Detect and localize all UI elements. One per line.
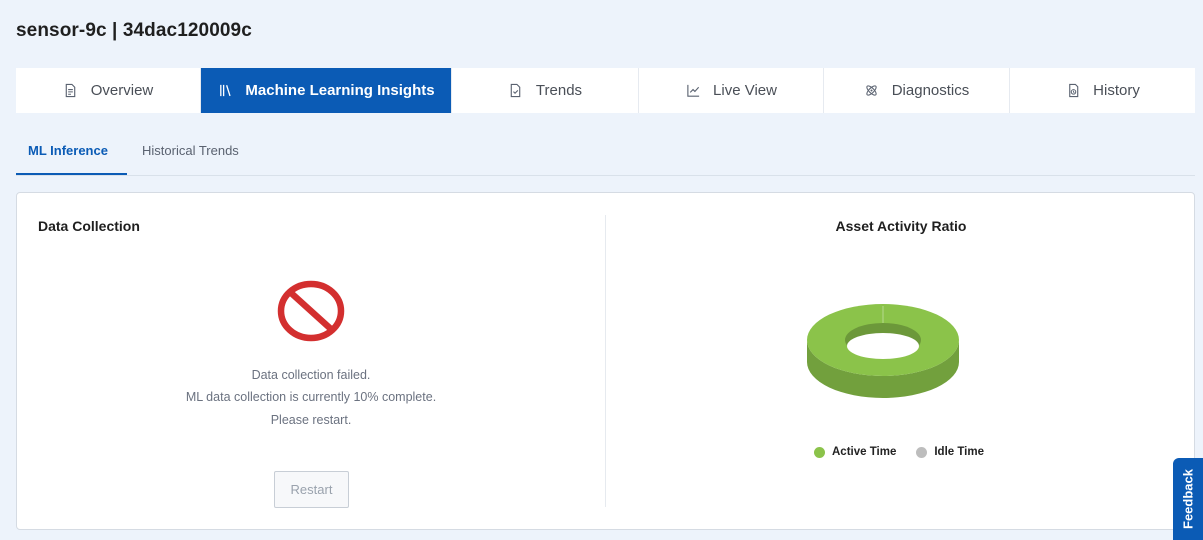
tab-label: History [1093, 82, 1140, 99]
line-chart-icon [685, 83, 701, 99]
main-tab-bar: Overview Machine Learning Insights Trend… [16, 68, 1195, 113]
idle-time-swatch [916, 446, 928, 458]
active-subtab-indicator [16, 173, 127, 175]
atom-icon [864, 83, 880, 99]
file-check-icon [508, 83, 524, 99]
active-time-swatch [814, 446, 825, 458]
tab-machine-learning-insights[interactable]: Machine Learning Insights [201, 68, 452, 113]
tab-label: Trends [535, 82, 583, 99]
tab-diagnostics[interactable]: Diagnostics [824, 68, 1010, 113]
status-message: Data collection failed. [251, 368, 371, 382]
donut-hole [847, 333, 919, 359]
subtab-ml-inference[interactable]: ML Inference [28, 143, 108, 158]
sub-tab-bar: ML Inference Historical Trends [16, 130, 1195, 176]
data-collection-title: Data Collection [38, 218, 140, 234]
document-icon [63, 83, 79, 99]
tab-live-view[interactable]: Live View [639, 68, 824, 113]
chart-legend: Active Time Idle Time [814, 446, 984, 458]
instruction-message: Please restart. [270, 413, 352, 427]
tab-history[interactable]: History [1010, 68, 1195, 113]
legend-active-time[interactable]: Active Time [814, 446, 896, 458]
tab-overview[interactable]: Overview [16, 68, 201, 113]
subtab-historical-trends[interactable]: Historical Trends [142, 143, 239, 158]
tab-trends[interactable]: Trends [452, 68, 639, 113]
legend-label: Idle Time [934, 446, 984, 458]
restart-button[interactable]: Restart [274, 471, 349, 508]
legend-idle-time[interactable]: Idle Time [916, 446, 984, 458]
progress-message: ML data collection is currently 10% comp… [185, 390, 437, 404]
panel-divider [605, 215, 606, 507]
asset-activity-donut-chart [807, 304, 959, 398]
feedback-label: Feedback [1180, 469, 1196, 529]
history-icon [1065, 83, 1081, 99]
tab-label: Diagnostics [891, 82, 970, 99]
tab-label: Machine Learning Insights [245, 82, 435, 99]
library-icon [217, 83, 233, 99]
tab-label: Overview [90, 82, 154, 99]
page-title: sensor-9c | 34dac120009c [16, 20, 252, 41]
tab-label: Live View [713, 82, 777, 99]
legend-label: Active Time [832, 446, 897, 458]
no-entry-icon [277, 280, 345, 342]
asset-activity-title: Asset Activity Ratio [835, 218, 967, 234]
ml-inference-card: Data Collection Data collection failed. … [16, 192, 1195, 530]
feedback-button[interactable]: Feedback [1173, 458, 1203, 540]
